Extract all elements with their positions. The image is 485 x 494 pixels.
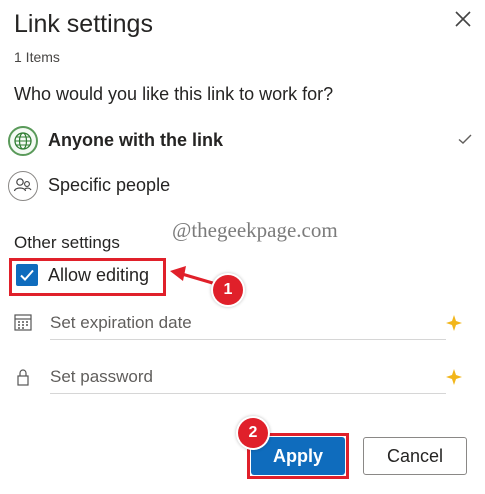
- expiration-date-field[interactable]: Set expiration date: [50, 309, 446, 340]
- watermark: @thegeekpage.com: [172, 218, 338, 242]
- people-icon: [8, 171, 38, 201]
- cancel-button[interactable]: Cancel: [363, 437, 467, 475]
- sparkle-icon: [445, 314, 463, 332]
- annotation-arrow: [166, 262, 218, 294]
- password-field[interactable]: Set password: [50, 363, 446, 394]
- calendar-icon: [12, 311, 34, 333]
- annotation-badge-1: 1: [213, 275, 243, 305]
- option-anyone-with-link[interactable]: Anyone with the link: [48, 130, 223, 151]
- checkmark-icon: [456, 130, 474, 148]
- option-specific-people[interactable]: Specific people: [48, 175, 170, 196]
- lock-icon: [12, 366, 34, 388]
- dialog-title: Link settings: [14, 10, 153, 38]
- globe-icon: [8, 126, 38, 156]
- close-icon[interactable]: [452, 8, 474, 30]
- item-count: 1 Items: [14, 49, 60, 65]
- other-settings-heading: Other settings: [14, 233, 120, 252]
- sparkle-icon: [445, 368, 463, 386]
- audience-question: Who would you like this link to work for…: [14, 84, 334, 104]
- annotation-highlight-allow-editing: [9, 258, 166, 296]
- annotation-badge-2: 2: [238, 418, 268, 448]
